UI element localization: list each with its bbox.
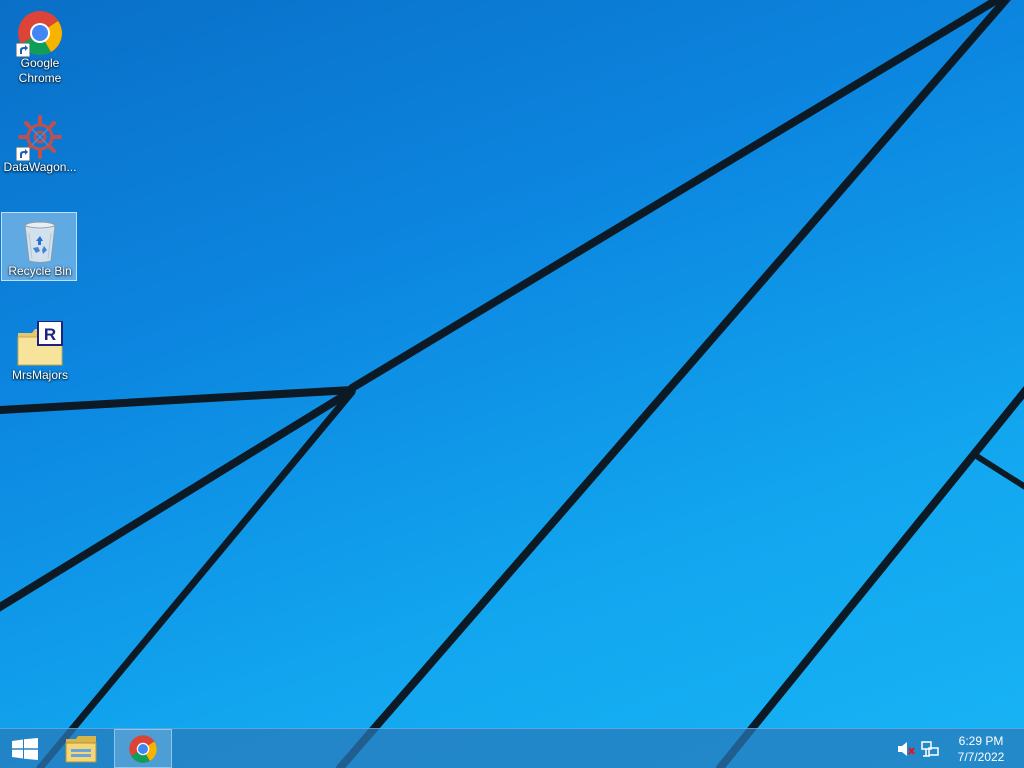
desktop-icon-label: DataWagon... bbox=[3, 160, 77, 174]
clock-time: 6:29 PM bbox=[958, 734, 1004, 748]
desktop: Google Chrome DataWagon... Recycle Bin R… bbox=[0, 0, 1024, 768]
shortcut-arrow-icon bbox=[16, 147, 30, 161]
desktop-icon-label: MrsMajors bbox=[12, 368, 68, 382]
taskbar-chrome-button[interactable] bbox=[114, 729, 172, 768]
desktop-icon-mrsmajors[interactable]: R MrsMajors bbox=[1, 316, 77, 385]
r-folder-icon: R bbox=[17, 321, 63, 366]
desktop-icon-datawagon[interactable]: DataWagon... bbox=[1, 108, 77, 177]
clock-date: 7/7/2022 bbox=[957, 750, 1005, 764]
wallpaper-background bbox=[0, 0, 1024, 768]
desktop-icon-label: Recycle Bin bbox=[8, 264, 72, 278]
windows-logo-icon bbox=[12, 738, 38, 760]
start-button[interactable] bbox=[0, 729, 48, 768]
taskbar-clock[interactable]: 6:29 PM 7/7/2022 bbox=[946, 733, 1016, 765]
folder-icon bbox=[65, 736, 97, 763]
chrome-icon bbox=[129, 735, 157, 763]
recycle-bin-icon bbox=[24, 221, 56, 263]
network-icon[interactable] bbox=[921, 741, 939, 757]
volume-muted-icon[interactable] bbox=[897, 741, 915, 757]
desktop-icon-google-chrome[interactable]: Google Chrome bbox=[1, 4, 77, 85]
taskbar-file-explorer-button[interactable] bbox=[56, 729, 106, 768]
desktop-icon-label: Google Chrome bbox=[18, 56, 62, 85]
shortcut-arrow-icon bbox=[16, 43, 30, 57]
taskbar: 6:29 PM 7/7/2022 bbox=[0, 728, 1024, 768]
svg-text:R: R bbox=[44, 325, 56, 344]
desktop-icon-recycle-bin[interactable]: Recycle Bin bbox=[1, 212, 77, 281]
